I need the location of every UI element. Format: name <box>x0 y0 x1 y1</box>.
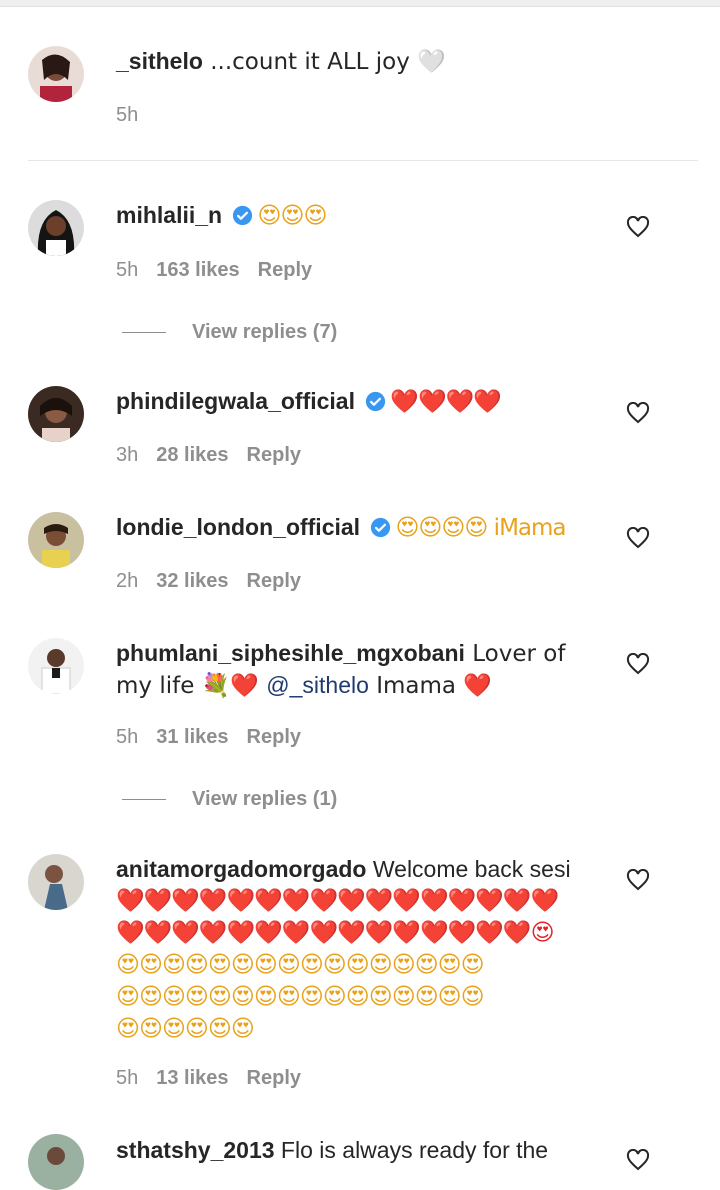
comment-text: sthatshy_2013 Flo is always ready for th… <box>116 1135 606 1166</box>
heart-outline-icon[interactable] <box>626 869 650 891</box>
comment-body: 😍😍😍😍 iMama <box>395 515 566 541</box>
comment-body: ...count it ALL joy 🤍 <box>202 49 446 75</box>
likes-count[interactable]: 31 likes <box>156 726 228 748</box>
top-divider <box>0 0 720 7</box>
verified-badge-icon <box>371 517 391 538</box>
comment-body: Flo is always ready for the <box>274 1137 549 1163</box>
comment-text: phumlani_siphesihle_mgxobani Lover of my… <box>116 638 606 702</box>
heart-outline-icon[interactable] <box>626 527 650 549</box>
timestamp: 5h <box>116 726 139 748</box>
timestamp: 5h <box>116 1067 139 1089</box>
username[interactable]: phumlani_siphesihle_mgxobani <box>116 640 465 666</box>
faces-line: 😍😍😍😍😍😍😍😍😍😍😍😍😍😍😍😍 <box>116 984 485 1010</box>
timestamp: 5h <box>116 259 139 281</box>
likes-count[interactable]: 28 likes <box>156 444 228 466</box>
replies-dash <box>122 332 166 334</box>
timestamp: 2h <box>116 570 139 592</box>
hearts-line: ❤️❤️❤️❤️❤️❤️❤️❤️❤️❤️❤️❤️❤️❤️❤️❤️ <box>116 888 559 914</box>
comment-text: mihlalii_n 😍😍😍 <box>116 200 606 232</box>
username[interactable]: _sithelo <box>116 48 203 74</box>
username[interactable]: phindilegwala_official <box>116 388 355 414</box>
comment-meta: 5h 163 likes Reply <box>116 258 330 282</box>
view-replies-button[interactable]: View replies (7) <box>122 320 337 344</box>
heart-outline-icon[interactable] <box>626 1149 650 1171</box>
likes-count[interactable]: 163 likes <box>156 259 239 281</box>
avatar[interactable] <box>28 200 84 256</box>
hearts-line: ❤️❤️❤️❤️❤️❤️❤️❤️❤️❤️❤️❤️❤️❤️❤️😍 <box>116 920 555 946</box>
faces-line: 😍😍😍😍😍😍 <box>116 1016 255 1042</box>
heart-outline-icon[interactable] <box>626 402 650 424</box>
comment-body: Welcome back sesi <box>366 856 571 882</box>
comment-meta: 5h 31 likes Reply <box>116 725 319 749</box>
username[interactable]: sthatshy_2013 <box>116 1137 275 1163</box>
comment-meta: 5h 13 likes Reply <box>116 1066 319 1090</box>
view-replies-label: View replies (7) <box>192 321 338 343</box>
comment-body: ❤️❤️❤️❤️ <box>390 389 502 415</box>
avatar[interactable] <box>28 1134 84 1190</box>
comment-meta: 2h 32 likes Reply <box>116 569 319 593</box>
comment-body-tail: Imama ❤️ <box>368 673 492 699</box>
reply-button[interactable]: Reply <box>247 444 301 466</box>
avatar[interactable] <box>28 512 84 568</box>
view-replies-label: View replies (1) <box>192 788 338 810</box>
reply-button[interactable]: Reply <box>247 726 301 748</box>
username[interactable]: mihlalii_n <box>116 202 222 228</box>
avatar[interactable] <box>28 46 84 102</box>
view-replies-button[interactable]: View replies (1) <box>122 787 337 811</box>
likes-count[interactable]: 32 likes <box>156 570 228 592</box>
avatar[interactable] <box>28 854 84 910</box>
comment-body: 😍😍😍 <box>257 203 327 229</box>
reply-button[interactable]: Reply <box>247 570 301 592</box>
reply-button[interactable]: Reply <box>258 259 312 281</box>
comment-text: anitamorgadomorgado Welcome back sesi ❤️… <box>116 854 606 1045</box>
comment-text: londie_london_official 😍😍😍😍 iMama <box>116 512 606 544</box>
heart-outline-icon[interactable] <box>626 216 650 238</box>
comment-meta: 3h 28 likes Reply <box>116 443 319 467</box>
username[interactable]: anitamorgadomorgado <box>116 856 366 882</box>
likes-count[interactable]: 13 likes <box>156 1067 228 1089</box>
comment-text: phindilegwala_official ❤️❤️❤️❤️ <box>116 386 606 418</box>
timestamp: 5h <box>116 104 139 126</box>
verified-badge-icon <box>366 391 386 412</box>
heart-outline-icon[interactable] <box>626 653 650 675</box>
username[interactable]: londie_london_official <box>116 514 360 540</box>
caption-divider <box>28 160 698 161</box>
avatar[interactable] <box>28 638 84 694</box>
comment-meta: 5h <box>116 103 156 127</box>
mention-link[interactable]: @_sithelo <box>266 672 369 698</box>
verified-badge-icon <box>233 205 253 226</box>
replies-dash <box>122 799 166 801</box>
reply-button[interactable]: Reply <box>247 1067 301 1089</box>
faces-line: 😍😍😍😍😍😍😍😍😍😍😍😍😍😍😍😍 <box>116 952 485 978</box>
avatar[interactable] <box>28 386 84 442</box>
comment-text: _sithelo ...count it ALL joy 🤍 <box>116 46 606 78</box>
timestamp: 3h <box>116 444 139 466</box>
